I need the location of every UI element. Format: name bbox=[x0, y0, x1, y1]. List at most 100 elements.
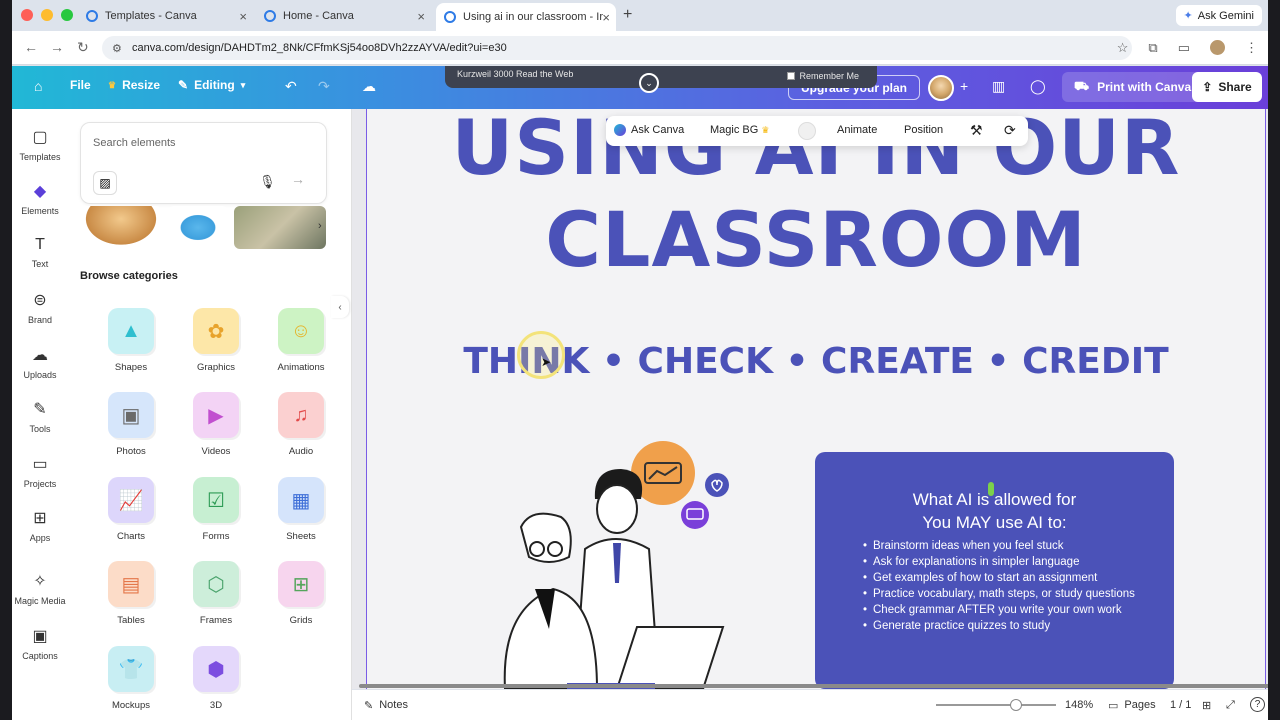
magic-bg-button[interactable]: Magic BG ♛ bbox=[710, 124, 769, 136]
submit-arrow-icon[interactable]: → bbox=[291, 171, 305, 187]
allowed-uses-list[interactable]: Brainstorm ideas when you feel stuck Ask… bbox=[863, 538, 1153, 634]
paint-roller-icon[interactable]: ⚒ bbox=[970, 122, 983, 139]
slide-subtitle[interactable]: THINK • CHECK • CREATE • CREDIT bbox=[367, 341, 1265, 382]
category-photos[interactable]: ▣ Photos bbox=[91, 392, 171, 457]
more-menu-icon[interactable]: ⋮ bbox=[1245, 40, 1258, 56]
undo-icon[interactable]: ↶ bbox=[285, 78, 297, 95]
editing-mode-button[interactable]: ✎ Editing ▾ bbox=[178, 78, 245, 92]
category-label: Videos bbox=[201, 446, 231, 457]
back-arrow-icon[interactable]: ← bbox=[24, 39, 38, 55]
fullscreen-icon[interactable]: ⤢ bbox=[1226, 699, 1235, 712]
category-tables[interactable]: ▤ Tables bbox=[91, 561, 171, 626]
comment-icon[interactable]: ◯ bbox=[1030, 78, 1046, 95]
ask-gemini-button[interactable]: ✦ Ask Gemini bbox=[1175, 5, 1262, 26]
forward-arrow-icon[interactable]: → bbox=[50, 39, 64, 55]
hand-thumbnail[interactable] bbox=[168, 206, 228, 249]
pages-button[interactable]: ▭ Pages bbox=[1108, 699, 1156, 712]
search-elements-box[interactable]: Search elements ▨ 🎙 → bbox=[80, 122, 327, 204]
category-audio[interactable]: ♫ Audio bbox=[261, 392, 341, 457]
rail-apps[interactable]: ⊞ Apps bbox=[12, 508, 68, 543]
rail-projects[interactable]: ▭ Projects bbox=[12, 454, 68, 489]
minimize-window-button[interactable] bbox=[41, 9, 53, 21]
close-tab-icon[interactable]: × bbox=[417, 9, 425, 24]
profile-avatar[interactable] bbox=[1210, 40, 1225, 55]
kurzweil-expand-icon[interactable]: ⌄ bbox=[639, 73, 659, 93]
image-search-icon[interactable]: ▨ bbox=[93, 171, 117, 195]
rail-tools[interactable]: ✎ Tools bbox=[12, 399, 68, 434]
close-window-button[interactable] bbox=[21, 9, 33, 21]
bookmark-star-icon[interactable]: ☆ bbox=[1117, 40, 1129, 56]
url-field[interactable]: ⚙ canva.com/design/DAHDTm2_8Nk/CFfmKSj54… bbox=[102, 36, 1132, 60]
category-videos[interactable]: ▶ Videos bbox=[176, 392, 256, 457]
box-heading[interactable]: What AI is allowed for bbox=[815, 490, 1174, 510]
category-grids[interactable]: ⊞ Grids bbox=[261, 561, 341, 626]
people-photo-thumbnail[interactable] bbox=[234, 206, 326, 249]
browser-tab-home[interactable]: Home - Canva × bbox=[256, 3, 431, 29]
zoom-level[interactable]: 148% bbox=[1065, 699, 1093, 711]
animate-button[interactable]: Animate bbox=[837, 124, 877, 136]
reload-icon[interactable]: ↻ bbox=[77, 39, 89, 56]
search-input[interactable]: Search elements bbox=[93, 137, 176, 149]
help-icon[interactable]: ? bbox=[1250, 697, 1265, 712]
analytics-icon[interactable]: ▥ bbox=[992, 78, 1005, 95]
notes-button[interactable]: ✎ Notes bbox=[364, 699, 408, 712]
maximize-window-button[interactable] bbox=[61, 9, 73, 21]
horizontal-scrollbar[interactable] bbox=[359, 684, 1268, 688]
microphone-icon[interactable]: 🎙 bbox=[259, 174, 276, 190]
chevron-right-icon[interactable]: › bbox=[318, 220, 322, 232]
category-sheets[interactable]: ▦ Sheets bbox=[261, 477, 341, 542]
close-tab-icon[interactable]: × bbox=[239, 9, 247, 24]
new-tab-button[interactable]: + bbox=[623, 6, 632, 24]
more-actions-icon[interactable]: ⟳ bbox=[1004, 122, 1016, 139]
ask-canva-button[interactable]: Ask Canva bbox=[614, 124, 684, 136]
category-frames[interactable]: ⬡ Frames bbox=[176, 561, 256, 626]
file-menu-button[interactable]: File bbox=[70, 78, 91, 92]
rail-brand[interactable]: ⊜ Brand bbox=[12, 290, 68, 325]
resize-button[interactable]: ♛ Resize bbox=[108, 78, 160, 92]
rail-templates[interactable]: ▢ Templates bbox=[12, 127, 68, 162]
color-swatch-button[interactable] bbox=[798, 122, 816, 140]
add-collaborator-icon[interactable]: + bbox=[960, 78, 968, 94]
home-icon[interactable]: ⌂ bbox=[34, 78, 42, 94]
share-button[interactable]: ⇪ Share bbox=[1192, 72, 1262, 102]
collapse-panel-button[interactable]: ‹ bbox=[331, 296, 349, 318]
rail-magic-media[interactable]: ✧ Magic Media bbox=[12, 571, 68, 606]
category-graphics[interactable]: ✿ Graphics bbox=[176, 308, 256, 373]
file-label: File bbox=[70, 78, 91, 92]
print-label: Print with Canva bbox=[1097, 80, 1192, 94]
category-animations[interactable]: ☺ Animations bbox=[261, 308, 341, 373]
zoom-slider-handle[interactable] bbox=[1010, 699, 1022, 711]
site-settings-icon[interactable]: ⚙ bbox=[112, 42, 122, 55]
user-avatar[interactable] bbox=[928, 75, 954, 101]
rail-uploads[interactable]: ☁ Uploads bbox=[12, 345, 68, 380]
rail-captions[interactable]: ▣ Captions bbox=[12, 626, 68, 661]
category-mockups[interactable]: 👕 Mockups bbox=[91, 646, 171, 711]
rail-text[interactable]: T Text bbox=[12, 236, 68, 269]
browser-tab-design[interactable]: Using ai in our classroom - Ir × bbox=[436, 3, 616, 31]
box-subheading[interactable]: You MAY use AI to: bbox=[815, 513, 1174, 533]
extensions-icon[interactable]: ⧉ bbox=[1148, 40, 1157, 56]
redo-icon[interactable]: ↷ bbox=[318, 78, 330, 95]
grid-view-icon[interactable]: ⊞ bbox=[1202, 699, 1211, 712]
rail-elements[interactable]: ◆ Elements bbox=[12, 181, 68, 216]
design-page[interactable]: USING AI IN OUR CLASSROOM THINK • CHECK … bbox=[366, 109, 1266, 689]
category-charts[interactable]: 📈 Charts bbox=[91, 477, 171, 542]
category-3d[interactable]: ⬢ 3D bbox=[176, 646, 256, 711]
cloud-saved-icon[interactable]: ☁ bbox=[362, 78, 376, 95]
position-button[interactable]: Position bbox=[904, 124, 943, 136]
browse-categories-heading: Browse categories bbox=[80, 270, 178, 282]
cast-icon[interactable]: ▭ bbox=[1178, 40, 1190, 56]
remember-me-checkbox[interactable]: Remember Me bbox=[787, 71, 859, 81]
category-forms[interactable]: ☑ Forms bbox=[176, 477, 256, 542]
teacher-student-illustration[interactable] bbox=[477, 439, 747, 689]
kurzweil-toolbar[interactable]: Kurzweil 3000 Read the Web Remember Me bbox=[445, 66, 877, 88]
slide-title-line2[interactable]: CLASSROOM bbox=[367, 195, 1265, 284]
ai-allowed-box[interactable]: What AI is allowed for You MAY use AI to… bbox=[815, 452, 1174, 689]
zoom-slider[interactable] bbox=[936, 704, 1056, 706]
browser-tab-templates[interactable]: Templates - Canva × bbox=[78, 3, 253, 29]
print-with-canva-button[interactable]: ⛟ Print with Canva bbox=[1062, 72, 1204, 102]
category-shapes[interactable]: ▲ Shapes bbox=[91, 308, 171, 373]
close-tab-icon[interactable]: × bbox=[602, 10, 610, 25]
bottom-bar: ✎ Notes 148% ▭ Pages 1 / 1 ⊞ ⤢ ? bbox=[352, 690, 1268, 720]
bagel-thumbnail[interactable] bbox=[80, 206, 162, 249]
